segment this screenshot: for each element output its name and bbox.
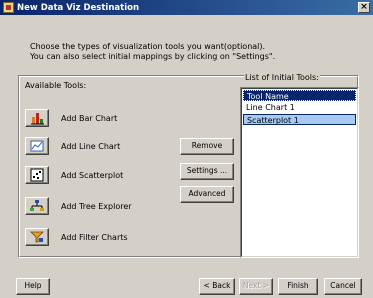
advanced-button[interactable]: Advanced: [180, 186, 234, 203]
add-bar-chart-button[interactable]: [25, 109, 49, 127]
remove-button[interactable]: Remove: [180, 138, 234, 155]
initial-tools-label: List of Initial Tools:: [244, 73, 320, 82]
add-scatterplot-button[interactable]: [25, 166, 49, 184]
add-filter-charts-label: Add Filter Charts: [61, 232, 128, 242]
settings-button[interactable]: Settings ...: [180, 163, 234, 180]
instruction-line-2: You can also select initial mappings by …: [30, 52, 276, 61]
help-button[interactable]: Help: [16, 278, 50, 295]
add-line-chart-button[interactable]: [25, 137, 49, 155]
tool-row-filter-charts: Add Filter Charts: [25, 228, 128, 246]
close-button[interactable]: ×: [358, 2, 370, 13]
available-tools-label: Available Tools:: [25, 81, 87, 90]
add-line-chart-label: Add Line Chart: [61, 141, 121, 151]
initial-tools-list[interactable]: Tool Name Line Chart 1 Scatterplot 1: [240, 87, 359, 258]
finish-button[interactable]: Finish: [278, 278, 318, 295]
add-filter-charts-button[interactable]: [25, 228, 49, 246]
filter-charts-icon: [30, 231, 44, 243]
tool-row-scatterplot: Add Scatterplot: [25, 166, 123, 184]
scatterplot-icon: [30, 168, 44, 182]
add-tree-explorer-button[interactable]: [25, 197, 49, 215]
title-bar: New Data Viz Destination ×: [0, 0, 373, 15]
tree-explorer-icon: [30, 200, 44, 211]
tool-row-tree-explorer: Add Tree Explorer: [25, 197, 132, 215]
window-title: New Data Viz Destination: [17, 2, 140, 13]
list-item-scatterplot-1[interactable]: Scatterplot 1: [243, 114, 356, 125]
line-chart-icon: [30, 140, 44, 152]
list-item-line-chart-1[interactable]: Line Chart 1: [243, 102, 356, 113]
next-button[interactable]: Next >: [239, 278, 273, 295]
list-header-tool-name[interactable]: Tool Name: [243, 90, 356, 101]
app-icon: [3, 2, 14, 13]
add-scatterplot-label: Add Scatterplot: [61, 170, 124, 180]
tool-row-line-chart: Add Line Chart: [25, 137, 120, 155]
tool-row-bar-chart: Add Bar Chart: [25, 109, 117, 127]
add-tree-explorer-label: Add Tree Explorer: [61, 201, 132, 211]
instruction-line-1: Choose the types of visualization tools …: [30, 42, 266, 51]
instructions: Choose the types of visualization tools …: [30, 42, 330, 62]
bar-chart-icon: [31, 113, 44, 125]
add-bar-chart-label: Add Bar Chart: [61, 113, 118, 123]
cancel-button[interactable]: Cancel: [324, 278, 362, 295]
back-button[interactable]: < Back: [199, 278, 235, 295]
